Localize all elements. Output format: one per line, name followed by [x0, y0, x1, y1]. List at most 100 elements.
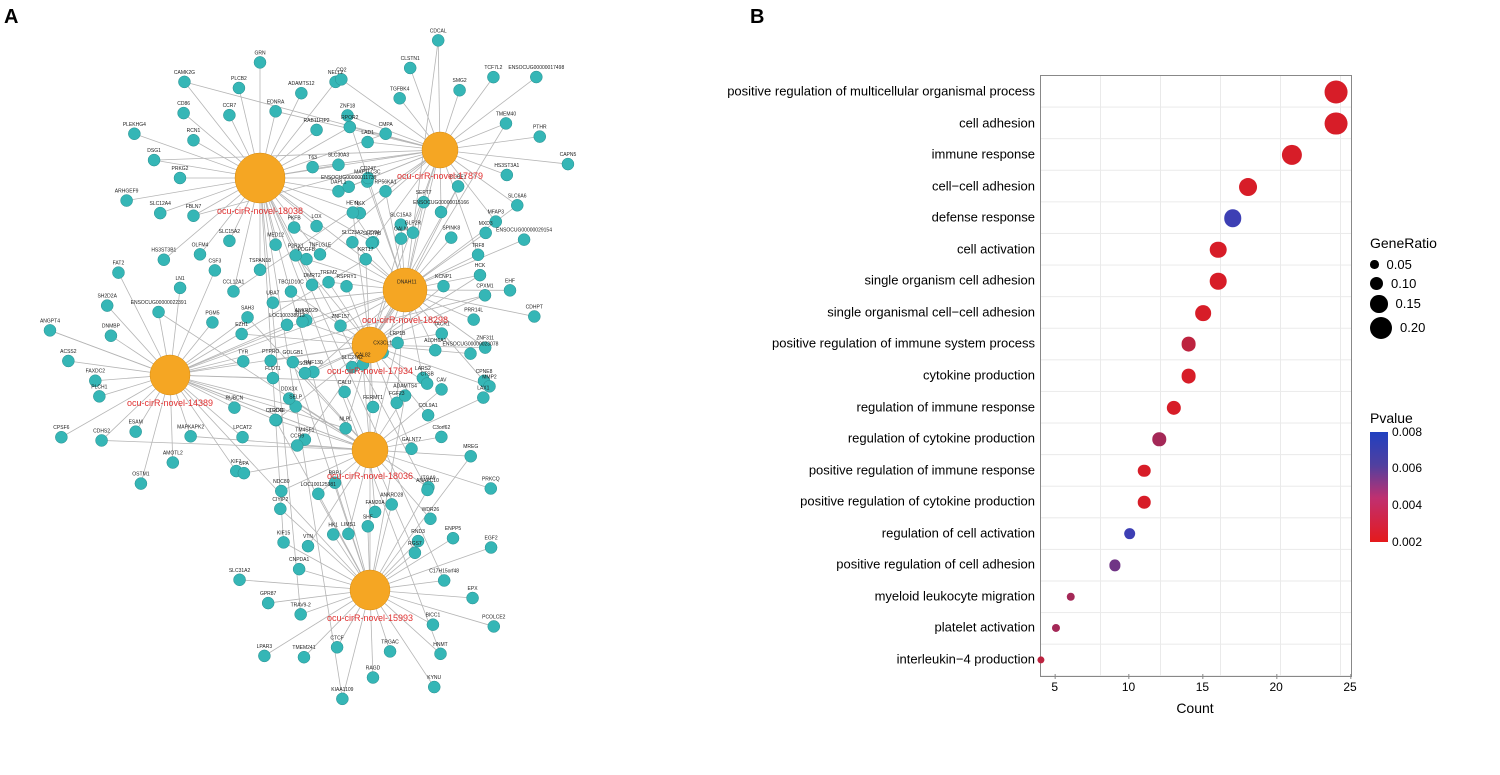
- gene-label: OSTM1: [132, 472, 149, 478]
- legend-generatio: GeneRatio 0.050.100.150.20: [1370, 235, 1437, 343]
- gene-node: [479, 289, 491, 301]
- gene-label: CAL82: [355, 352, 371, 358]
- gene-label: LPAR3: [257, 644, 273, 650]
- gene-label: CTCF: [330, 635, 343, 641]
- gene-label: MED12: [267, 233, 284, 239]
- gene-node: [380, 185, 392, 197]
- hub-label: ocu-cirR-novel-15993: [327, 613, 413, 623]
- gene-node: [511, 199, 523, 211]
- gene-node: [153, 306, 165, 318]
- y-category-label: positive regulation of cytokine producti…: [800, 494, 1035, 509]
- gene-label: RP56KA1: [375, 179, 397, 185]
- gene-node: [454, 84, 466, 96]
- gene-label: KYNU: [427, 675, 441, 681]
- gene-label: DNMBP: [102, 324, 121, 330]
- gene-node: [465, 450, 477, 462]
- gene-node: [429, 344, 441, 356]
- gene-node: [44, 324, 56, 336]
- gene-label: ENSOCUG00000011739: [321, 175, 377, 181]
- gene-label: KCNP1: [435, 274, 452, 280]
- gene-node: [367, 672, 379, 684]
- gene-node: [428, 681, 440, 693]
- gene-label: SLC12A4: [150, 201, 172, 207]
- gene-label: ENSOCUG00000015166: [413, 200, 469, 206]
- gene-node: [237, 355, 249, 367]
- gene-node: [530, 71, 542, 83]
- gene-label: FLOT1: [265, 366, 281, 372]
- gene-node: [287, 356, 299, 368]
- dotplot-point: [1109, 560, 1120, 571]
- hub-label: ocu-cirR-novel-18298: [362, 315, 448, 325]
- gene-label: UBA7: [266, 291, 279, 297]
- colorbar-tick: 0.004: [1392, 498, 1422, 512]
- gene-label: HK1: [328, 522, 338, 528]
- gene-node: [158, 254, 170, 266]
- gene-label: PTHR: [533, 125, 547, 131]
- gene-label: PRR14L: [464, 308, 483, 314]
- gene-node: [281, 319, 293, 331]
- gene-node: [233, 82, 245, 94]
- gene-label: TBC1D10C: [278, 280, 304, 286]
- gene-label: PLEKHG4: [123, 122, 146, 128]
- legend-generatio-title: GeneRatio: [1370, 235, 1437, 251]
- gene-label: PTPRO: [262, 349, 279, 355]
- gene-node: [178, 76, 190, 88]
- gene-node: [258, 650, 270, 662]
- gene-node: [447, 532, 459, 544]
- legend-size-label: 0.20: [1400, 320, 1425, 335]
- hub-node: [235, 153, 285, 203]
- gene-node: [128, 128, 140, 140]
- gene-node: [528, 310, 540, 322]
- gene-node: [472, 249, 484, 261]
- dotplot-point: [1239, 178, 1257, 196]
- gene-node: [467, 592, 479, 604]
- gene-label: MAPKAPK2: [177, 424, 204, 430]
- gene-node: [293, 563, 305, 575]
- gene-node: [274, 503, 286, 515]
- gene-label: LAX1: [477, 386, 489, 392]
- gene-label: NLPL: [339, 416, 352, 422]
- gene-label: CPXM1: [476, 283, 493, 289]
- dotplot-point: [1066, 593, 1075, 602]
- gene-node: [223, 235, 235, 247]
- gene-node: [488, 620, 500, 632]
- gene-label: TRF8: [472, 243, 485, 249]
- legend-size-label: 0.10: [1391, 276, 1416, 291]
- gene-label: FAT2: [113, 261, 125, 267]
- hub-label: ocu-cirR-novel-14389: [127, 398, 213, 408]
- gene-label: KRT17: [358, 247, 374, 253]
- gene-node: [228, 402, 240, 414]
- gene-node: [518, 234, 530, 246]
- y-category-label: positive regulation of cell adhesion: [836, 557, 1035, 572]
- gene-label: CCL12A1: [223, 279, 245, 285]
- dotplot-point: [1224, 209, 1242, 227]
- gene-node: [485, 482, 497, 494]
- y-category-label: single organismal cell−cell adhesion: [827, 304, 1035, 319]
- gene-label: CD86: [177, 101, 190, 107]
- gene-label: CSF3: [208, 258, 221, 264]
- gene-label: EPX: [468, 586, 479, 592]
- gene-label: CCR7: [223, 103, 237, 109]
- gene-label: MMP2: [482, 374, 497, 380]
- gene-label: ACSS2: [60, 349, 77, 355]
- hub-node: [150, 355, 190, 395]
- gene-node: [380, 128, 392, 140]
- gene-node: [135, 478, 147, 490]
- gene-label: P2RX1: [288, 243, 304, 249]
- gene-node: [435, 648, 447, 660]
- gene-label: EGF2: [485, 536, 498, 542]
- gene-label: PCOLCE2: [482, 614, 506, 620]
- gene-node: [404, 62, 416, 74]
- gene-label: KIAA1109: [331, 687, 353, 693]
- gene-node: [148, 154, 160, 166]
- y-category-label: myeloid leukocyte migration: [875, 588, 1035, 603]
- gene-node: [474, 269, 486, 281]
- gene-label: ENSOCUG00000023078: [443, 342, 499, 348]
- gene-node: [270, 239, 282, 251]
- gene-label: TRAV9-2: [291, 602, 311, 608]
- gene-node: [254, 56, 266, 68]
- gene-label: CTSB: [420, 372, 434, 378]
- gene-node: [406, 443, 418, 455]
- gene-node: [262, 597, 274, 609]
- gene-node: [452, 180, 464, 192]
